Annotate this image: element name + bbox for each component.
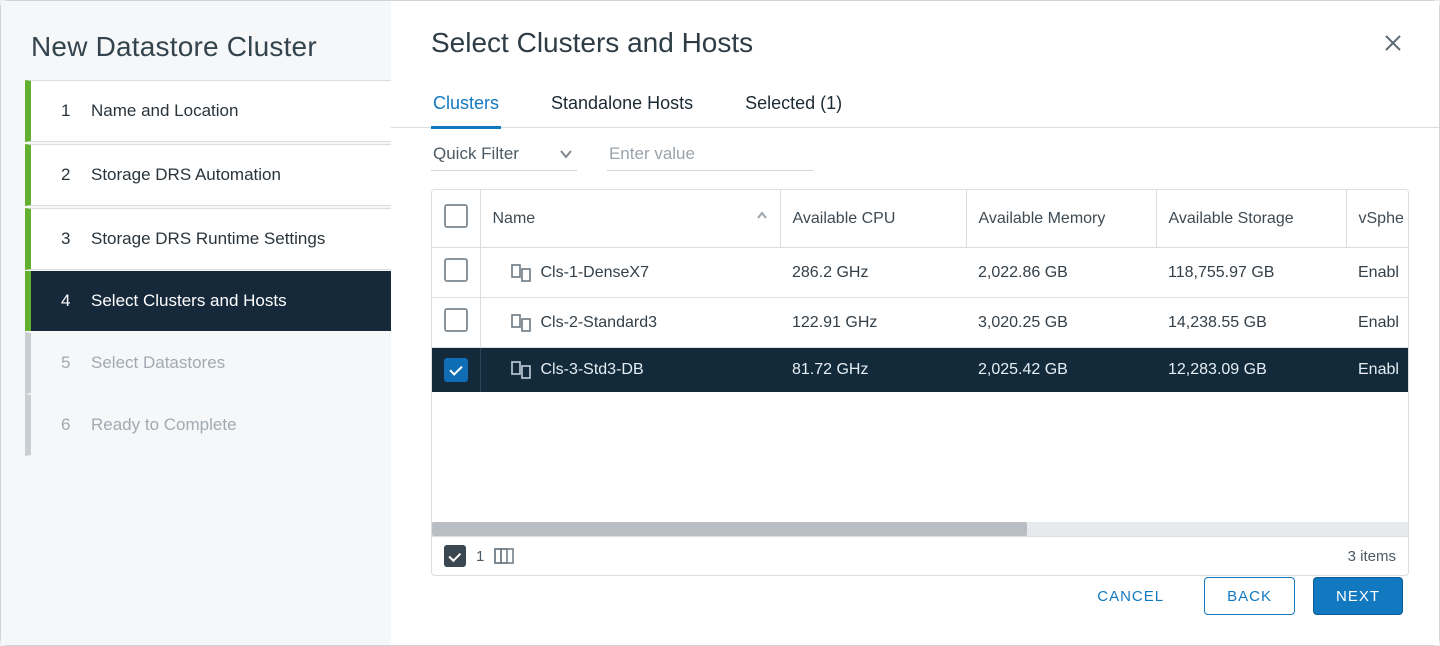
wizard-step-6: 6 Ready to Complete <box>25 394 391 456</box>
cell-vsphere: Enabl <box>1346 348 1408 393</box>
step-label: Storage DRS Runtime Settings <box>91 229 391 249</box>
scrollbar-thumb[interactable] <box>432 522 1027 536</box>
cell-storage: 118,755.97 GB <box>1156 248 1346 298</box>
cell-vsphere: Enabl <box>1346 248 1408 298</box>
cell-memory: 2,022.86 GB <box>966 248 1156 298</box>
cluster-icon <box>511 314 531 332</box>
tab-2[interactable]: Selected (1) <box>743 93 844 129</box>
column-label: Available CPU <box>793 210 896 227</box>
wizard-step-2[interactable]: 2 Storage DRS Automation <box>25 144 391 206</box>
table-row[interactable]: Cls-2-Standard3 122.91 GHz3,020.25 GB14,2… <box>432 298 1408 348</box>
cluster-name: Cls-2-Standard3 <box>541 314 658 332</box>
column-label: Available Storage <box>1169 210 1294 227</box>
cell-cpu: 122.91 GHz <box>780 298 966 348</box>
column-header-name[interactable]: Name <box>480 190 780 248</box>
close-button[interactable] <box>1377 27 1409 59</box>
column-picker-icon[interactable] <box>494 548 514 564</box>
row-checkbox[interactable] <box>444 308 468 332</box>
column-label: Available Memory <box>979 210 1106 227</box>
cluster-icon <box>511 264 531 282</box>
column-select-all[interactable] <box>432 190 480 248</box>
cell-cpu: 286.2 GHz <box>780 248 966 298</box>
tab-1[interactable]: Standalone Hosts <box>549 93 695 129</box>
clusters-table: Name Available CPU Available Memory Avai… <box>431 189 1409 576</box>
selected-indicator-icon <box>444 545 466 567</box>
column-header-cpu[interactable]: Available CPU <box>780 190 966 248</box>
wizard-step-3[interactable]: 3 Storage DRS Runtime Settings <box>25 208 391 270</box>
quick-filter-dropdown[interactable]: Quick Filter <box>431 144 577 171</box>
horizontal-scrollbar[interactable] <box>432 522 1408 536</box>
row-checkbox[interactable] <box>444 258 468 282</box>
tab-bar: Clusters Standalone Hosts Selected (1) <box>391 59 1439 128</box>
column-header-vsphere[interactable]: vSphe <box>1346 190 1408 248</box>
wizard-step-5: 5 Select Datastores <box>25 332 391 394</box>
step-label: Select Clusters and Hosts <box>91 291 391 311</box>
cluster-name: Cls-3-Std3-DB <box>541 361 644 379</box>
step-number: 2 <box>61 165 79 185</box>
table-row[interactable]: Cls-3-Std3-DB 81.72 GHz2,025.42 GB12,283.… <box>432 348 1408 393</box>
cell-storage: 12,283.09 GB <box>1156 348 1346 393</box>
step-label: Ready to Complete <box>91 415 391 435</box>
cluster-name: Cls-1-DenseX7 <box>541 264 649 282</box>
chevron-down-icon <box>559 147 573 161</box>
wizard-step-4[interactable]: 4 Select Clusters and Hosts <box>25 271 391 331</box>
next-button[interactable]: NEXT <box>1313 577 1403 615</box>
step-number: 1 <box>61 101 79 121</box>
column-label: vSphe <box>1359 210 1404 227</box>
cell-cpu: 81.72 GHz <box>780 348 966 393</box>
step-label: Storage DRS Automation <box>91 165 391 185</box>
step-number: 6 <box>61 415 79 435</box>
row-checkbox[interactable] <box>444 358 468 382</box>
back-button[interactable]: BACK <box>1204 577 1295 615</box>
close-icon <box>1384 34 1402 52</box>
items-count: 3 items <box>1348 548 1396 565</box>
sort-asc-icon <box>756 210 768 222</box>
cell-storage: 14,238.55 GB <box>1156 298 1346 348</box>
step-number: 4 <box>61 291 79 311</box>
filter-input[interactable] <box>607 144 813 171</box>
step-number: 3 <box>61 229 79 249</box>
step-label: Name and Location <box>91 101 391 121</box>
tab-0[interactable]: Clusters <box>431 93 501 129</box>
wizard-sidebar: New Datastore Cluster 1 Name and Location… <box>1 1 391 645</box>
cell-memory: 2,025.42 GB <box>966 348 1156 393</box>
wizard-step-1[interactable]: 1 Name and Location <box>25 80 391 142</box>
cell-memory: 3,020.25 GB <box>966 298 1156 348</box>
step-label: Select Datastores <box>91 353 391 373</box>
content-panel: Select Clusters and Hosts Clusters Standa… <box>391 1 1439 645</box>
page-title: Select Clusters and Hosts <box>431 27 753 59</box>
selected-count: 1 <box>476 548 484 565</box>
quick-filter-label: Quick Filter <box>433 144 519 164</box>
cluster-icon <box>511 361 531 379</box>
cancel-button[interactable]: CANCEL <box>1075 577 1186 615</box>
table-row[interactable]: Cls-1-DenseX7 286.2 GHz2,022.86 GB118,755… <box>432 248 1408 298</box>
step-number: 5 <box>61 353 79 373</box>
checkbox-select-all[interactable] <box>444 204 468 228</box>
column-label: Name <box>493 210 536 227</box>
cell-vsphere: Enabl <box>1346 298 1408 348</box>
column-header-memory[interactable]: Available Memory <box>966 190 1156 248</box>
wizard-title: New Datastore Cluster <box>1 31 391 81</box>
column-header-storage[interactable]: Available Storage <box>1156 190 1346 248</box>
